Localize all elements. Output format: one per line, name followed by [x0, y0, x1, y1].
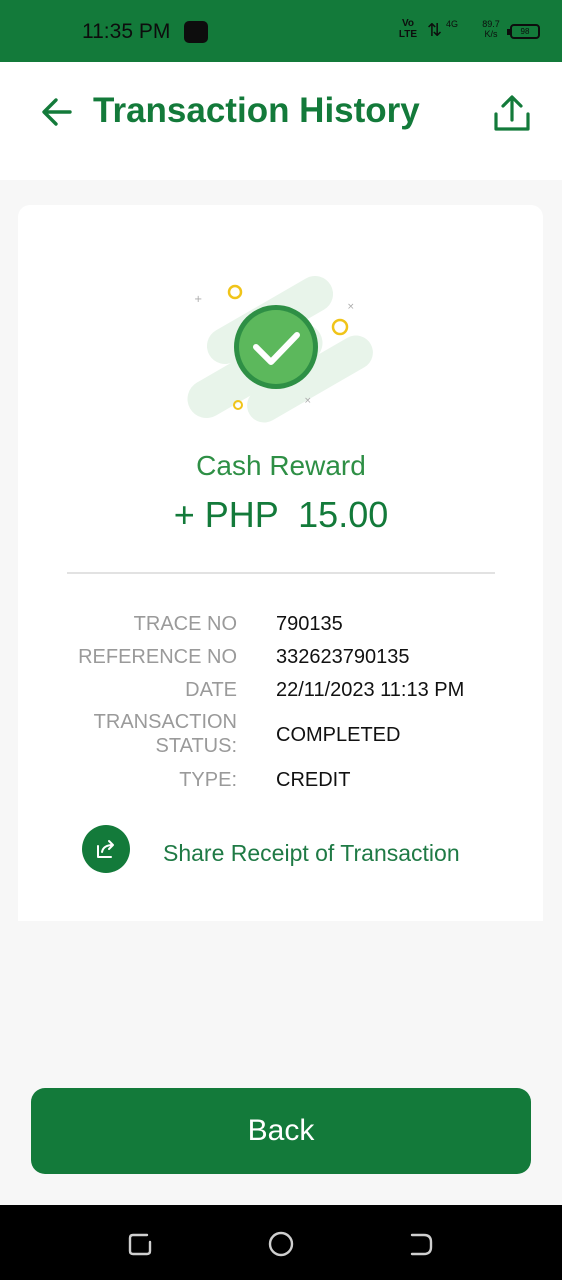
battery-icon: 98	[507, 24, 540, 39]
signal-strength-icon: 4G	[446, 19, 459, 29]
notification-icon	[184, 21, 208, 43]
date-value: 22/11/2023 11:13 PM	[276, 679, 465, 701]
data-activity-icon: ⇅	[427, 20, 443, 40]
success-check-icon: + × ×	[187, 276, 373, 423]
status-bar: 11:35 PM Vo LTE ⇅ 4G 89.7 K/s 98	[0, 0, 562, 62]
type-value: CREDIT	[276, 769, 351, 791]
system-nav-bar	[0, 1205, 562, 1280]
status-time: 11:35 PM	[82, 20, 171, 43]
network-speed: 89.7 K/s	[482, 19, 500, 39]
back-nav-icon[interactable]	[404, 1227, 438, 1261]
transaction-status-label: TRANSACTION STATUS:	[93, 711, 237, 757]
divider	[67, 572, 495, 574]
svg-text:+: +	[194, 294, 202, 305]
volte-indicator: Vo LTE	[398, 18, 418, 40]
trace-no-label: TRACE NO	[133, 613, 237, 635]
home-icon[interactable]	[264, 1227, 298, 1261]
receipt-torn-edge	[18, 902, 543, 914]
back-arrow-icon[interactable]	[40, 95, 74, 129]
share-export-icon[interactable]	[492, 94, 532, 134]
svg-text:×: ×	[304, 396, 312, 406]
svg-text:×: ×	[347, 302, 355, 312]
reference-no-label: REFERENCE NO	[78, 646, 237, 668]
share-receipt-button[interactable]	[82, 825, 130, 873]
reward-amount: + PHP 15.00	[173, 494, 389, 535]
reward-title: Cash Reward	[196, 450, 366, 481]
share-arrow-icon	[97, 840, 114, 858]
transaction-status-value: COMPLETED	[276, 724, 401, 746]
date-label: DATE	[185, 679, 237, 701]
back-button[interactable]: Back	[31, 1088, 531, 1174]
recent-apps-icon[interactable]	[123, 1227, 157, 1261]
type-label: TYPE:	[179, 769, 237, 791]
share-receipt-link[interactable]: Share Receipt of Transaction	[163, 840, 460, 867]
reference-no-value: 332623790135	[276, 646, 410, 668]
trace-no-value: 790135	[276, 613, 343, 635]
page-title: Transaction History	[93, 91, 420, 130]
